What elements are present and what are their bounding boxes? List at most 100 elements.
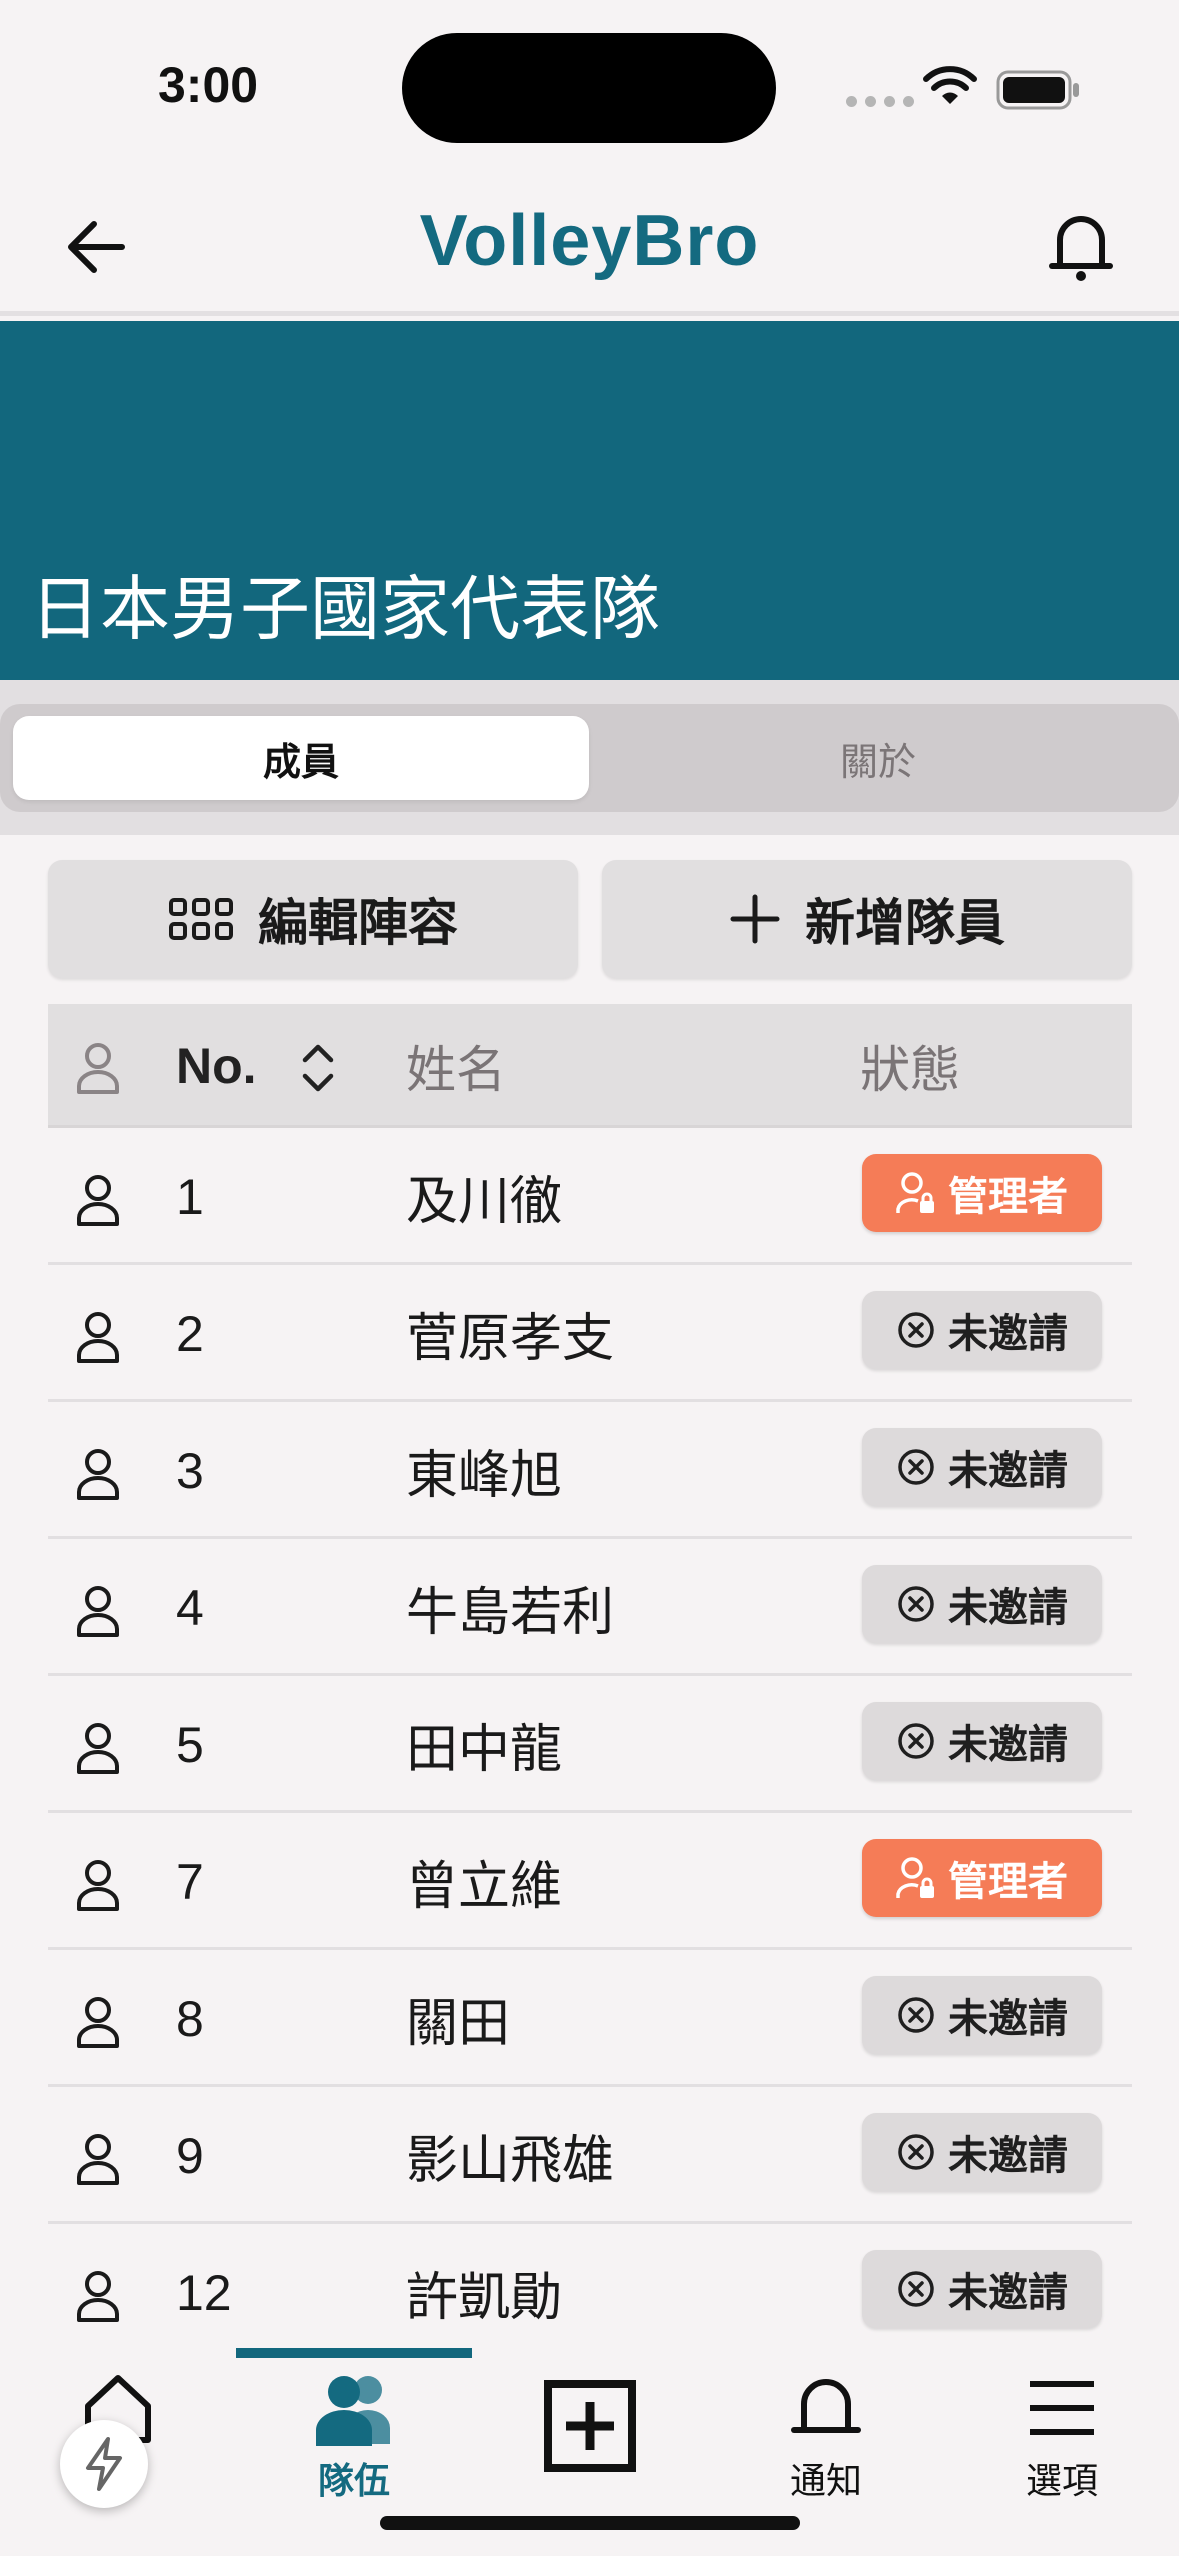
battery-icon [996, 70, 1079, 110]
bell-icon [791, 2379, 861, 2433]
nav-notifications-label: 通知 [789, 2461, 862, 2502]
status-label: 未邀請 [948, 1996, 1068, 2042]
members-table: No. 姓名 狀態 1 及川徹 管理者 2 菅原孝支 未邀請 3 東峰旭 未邀請 4 牛島若利 未邀請… [48, 1004, 1132, 2361]
wifi-icon [923, 66, 977, 104]
signal-icon [846, 96, 914, 107]
status-label: 未邀請 [948, 2133, 1068, 2179]
circle-x-icon [898, 1997, 934, 2033]
status-label: 管理者 [948, 1174, 1068, 1220]
table-row[interactable]: 2 菅原孝支 未邀請 [48, 1265, 1132, 1402]
add-square-icon [544, 2380, 636, 2472]
team-name: 日本男子國家代表隊 [30, 568, 660, 650]
status-label: 未邀請 [948, 1722, 1068, 1768]
app-title: VolleyBro [419, 201, 760, 281]
circle-x-icon [898, 1312, 934, 1348]
table-row[interactable]: 1 及川徹 管理者 [48, 1128, 1132, 1265]
player-number: 9 [176, 2127, 204, 2184]
header-status: 狀態 [860, 1041, 960, 1099]
table-body: 1 及川徹 管理者 2 菅原孝支 未邀請 3 東峰旭 未邀請 4 牛島若利 未邀請 5 田中龍 未邀請 7 曾立… [48, 1128, 1132, 2361]
table-row[interactable]: 7 曾立維 管理者 [48, 1813, 1132, 1950]
nav-options-label: 選項 [1025, 2461, 1098, 2502]
add-member-label: 新增隊員 [805, 894, 1005, 952]
player-number: 12 [176, 2264, 232, 2321]
player-name: 東峰旭 [406, 1446, 563, 1506]
status-badge[interactable]: 管理者 [862, 1154, 1102, 1232]
edit-lineup-button[interactable]: 編輯陣容 [48, 860, 578, 978]
status-badge[interactable]: 未邀請 [862, 1428, 1102, 1506]
nav-options[interactable]: 選項 [944, 2370, 1179, 2520]
app-bar: VolleyBro [0, 170, 1179, 316]
person-icon [77, 1723, 119, 1774]
player-number: 5 [176, 1716, 204, 1773]
circle-x-icon [898, 1586, 934, 1622]
status-badge[interactable]: 未邀請 [862, 2113, 1102, 2191]
circle-x-icon [898, 1723, 934, 1759]
player-name: 菅原孝支 [406, 1309, 615, 1369]
player-name: 曾立維 [406, 1857, 563, 1917]
table-header: No. 姓名 狀態 [48, 1004, 1132, 1128]
tab-about[interactable]: 關於 [590, 716, 1166, 800]
circle-x-icon [898, 1449, 934, 1485]
table-row[interactable]: 9 影山飛雄 未邀請 [48, 2087, 1132, 2224]
lightning-icon [86, 2437, 122, 2491]
status-badge[interactable]: 未邀請 [862, 1976, 1102, 2054]
header-number[interactable]: No. [176, 1004, 257, 1128]
table-row[interactable]: 4 牛島若利 未邀請 [48, 1539, 1132, 1676]
edit-lineup-label: 編輯陣容 [258, 894, 458, 952]
player-number: 8 [176, 1990, 204, 2047]
team-icon [316, 2376, 390, 2446]
player-number: 2 [176, 1305, 204, 1362]
player-name: 許凱勛 [406, 2268, 563, 2328]
player-number: 4 [176, 1579, 204, 1636]
status-badge[interactable]: 未邀請 [862, 1565, 1102, 1643]
status-label: 未邀請 [948, 1311, 1068, 1357]
nav-team[interactable]: 隊伍 [236, 2370, 472, 2520]
segmented-control: 成員 關於 [0, 704, 1179, 812]
status-bar: 3:00 [0, 0, 1179, 170]
grid-icon [169, 898, 233, 940]
player-number: 1 [176, 1168, 204, 1225]
sort-icon[interactable] [300, 1042, 336, 1094]
table-row[interactable]: 3 東峰旭 未邀請 [48, 1402, 1132, 1539]
person-icon [77, 1449, 119, 1500]
status-label: 管理者 [948, 1859, 1068, 1905]
person-icon [77, 1860, 119, 1911]
add-member-button[interactable]: 新增隊員 [602, 860, 1132, 978]
person-icon [77, 1043, 119, 1094]
tab-members[interactable]: 成員 [13, 716, 589, 800]
nav-notifications[interactable]: 通知 [708, 2370, 944, 2520]
admin-user-icon [896, 1857, 934, 1898]
home-indicator [380, 2516, 800, 2530]
player-name: 關田 [406, 1994, 511, 2054]
table-row[interactable]: 5 田中龍 未邀請 [48, 1676, 1132, 1813]
player-name: 及川徹 [406, 1172, 563, 1232]
status-badge[interactable]: 未邀請 [862, 1702, 1102, 1780]
bell-icon[interactable] [1046, 206, 1116, 286]
segment-wrapper: 成員 關於 [0, 680, 1179, 835]
player-name: 田中龍 [406, 1720, 563, 1780]
person-icon [77, 1175, 119, 1226]
table-row[interactable]: 8 關田 未邀請 [48, 1950, 1132, 2087]
player-name: 牛島若利 [406, 1583, 615, 1643]
player-number: 3 [176, 1442, 204, 1499]
player-number: 7 [176, 1853, 204, 1910]
status-label: 未邀請 [948, 2270, 1068, 2316]
nav-active-indicator [236, 2348, 472, 2358]
status-label: 未邀請 [948, 1448, 1068, 1494]
table-row[interactable]: 12 許凱勛 未邀請 [48, 2224, 1132, 2361]
status-badge[interactable]: 未邀請 [862, 2250, 1102, 2328]
status-badge[interactable]: 未邀請 [862, 1291, 1102, 1369]
team-banner: 日本男子國家代表隊 [0, 321, 1179, 680]
status-time: 3:00 [158, 57, 259, 113]
header-name: 姓名 [406, 1041, 506, 1099]
person-icon [77, 1997, 119, 2048]
person-icon [77, 2271, 119, 2322]
nav-add[interactable] [472, 2370, 708, 2520]
status-badge[interactable]: 管理者 [862, 1839, 1102, 1917]
quick-action-button[interactable] [60, 2420, 148, 2508]
menu-icon [1030, 2381, 1094, 2435]
nav-team-label: 隊伍 [317, 2461, 390, 2502]
circle-x-icon [898, 2134, 934, 2170]
person-icon [77, 2134, 119, 2185]
person-icon [77, 1586, 119, 1637]
